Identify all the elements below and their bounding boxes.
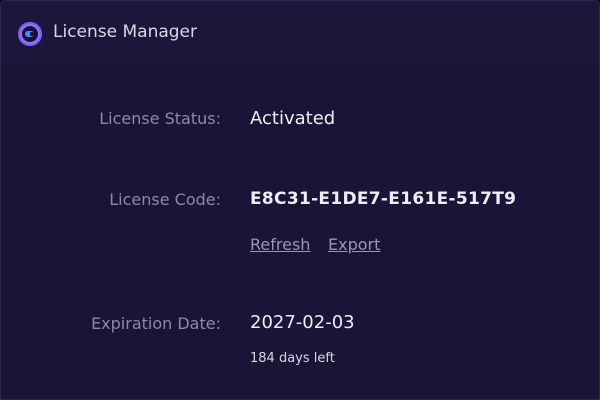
title-bar[interactable]: License Manager: [1, 1, 599, 63]
license-manager-window: License Manager License Status: Activate…: [0, 0, 600, 400]
license-code-label: License Code:: [109, 190, 221, 209]
license-code-value: E8C31-E1DE7-E161E-517T9: [250, 189, 517, 209]
expiration-date-label: Expiration Date:: [91, 314, 221, 333]
license-status-label: License Status:: [99, 109, 221, 128]
expiration-date-value: 2027-02-03: [250, 312, 355, 333]
license-status-value: Activated: [250, 108, 336, 129]
app-logo-mark-cutout: [30, 32, 34, 36]
window-title: License Manager: [53, 22, 198, 42]
license-details-panel: License Status: Activated License Code: …: [1, 63, 599, 399]
refresh-link[interactable]: Refresh: [250, 235, 310, 255]
days-left-text: 184 days left: [250, 351, 335, 366]
app-logo-icon: [18, 22, 42, 46]
export-link[interactable]: Export: [328, 235, 380, 255]
